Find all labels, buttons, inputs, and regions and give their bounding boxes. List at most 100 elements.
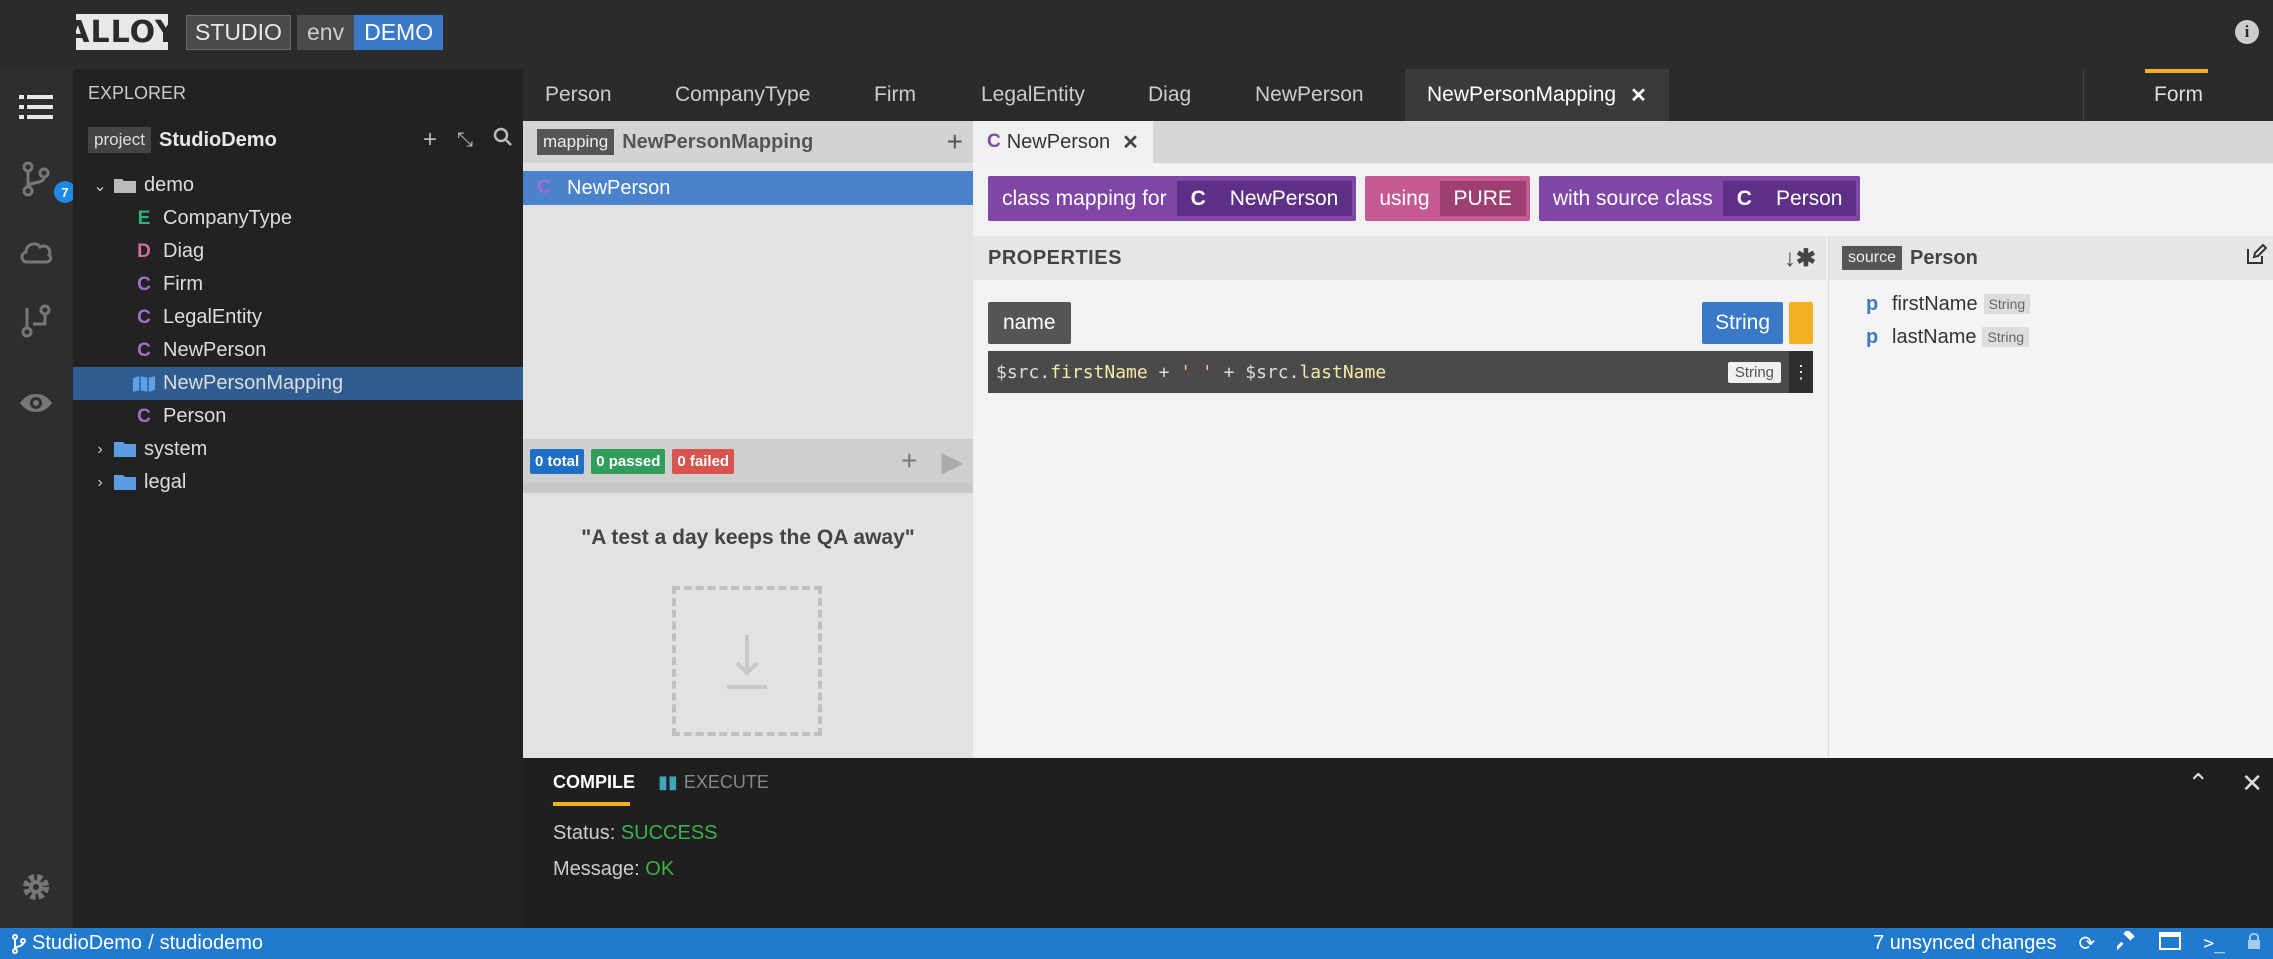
lock-icon[interactable]	[2247, 932, 2261, 956]
sync-icon[interactable]: ⟳	[2079, 931, 2096, 956]
more-vertical-icon[interactable]: ⋮	[1789, 351, 1813, 393]
expression-code[interactable]: $src.firstName + ' ' + $src.lastName	[996, 362, 1386, 383]
tab-execute[interactable]: ▮▮ EXECUTE	[658, 758, 769, 806]
explorer-list-icon[interactable]	[18, 89, 54, 125]
run-tests-icon[interactable]: ▶	[941, 445, 963, 478]
passed-tests-badge: 0 passed	[591, 448, 666, 474]
chevron-down-icon[interactable]: ⌄	[90, 176, 110, 196]
divider	[523, 483, 973, 493]
info-icon[interactable]: i	[2235, 20, 2259, 44]
tab-diag[interactable]: Diag	[1148, 69, 1191, 121]
search-icon[interactable]	[493, 126, 513, 154]
source-property-lastname[interactable]: p lastName String	[1866, 323, 2030, 351]
source-class-name: Person	[1910, 246, 1978, 269]
tab-newpersonmapping[interactable]: NewPersonMapping ✕	[1405, 69, 1669, 121]
tab-compile[interactable]: COMPILE	[553, 758, 635, 806]
property-mapping-row: name String	[988, 302, 1813, 344]
tree-item-companytype[interactable]: E CompanyType	[73, 202, 523, 235]
tree-item-label: Diag	[163, 240, 205, 262]
tree-folder-legal[interactable]: › legal	[73, 466, 523, 499]
source-badge: source	[1842, 246, 1903, 270]
tree-item-newpersonmapping[interactable]: NewPersonMapping	[73, 367, 523, 400]
tree-item-label: legal	[144, 471, 187, 493]
tab-companytype[interactable]: CompanyType	[675, 69, 810, 121]
tab-label: NewPerson	[1006, 130, 1111, 153]
compile-message-line: Message: OK	[553, 858, 674, 881]
mapping-element-label: NewPerson	[567, 176, 671, 199]
failed-tests-badge: 0 failed	[672, 448, 735, 474]
review-icon[interactable]	[18, 303, 54, 339]
terminal-icon[interactable]: >_	[2203, 933, 2225, 954]
source-property-firstname[interactable]: p firstName String	[1866, 290, 2031, 318]
class-icon: C	[1736, 186, 1752, 210]
property-status-flag	[1789, 302, 1813, 344]
editor-tab-bar: Person CompanyType Firm LegalEntity Diag…	[523, 69, 2273, 121]
tree-folder-demo[interactable]: ⌄ demo	[73, 169, 523, 202]
source-property-type: String	[1983, 294, 2031, 314]
tree-folder-system[interactable]: › system	[73, 433, 523, 466]
source-class[interactable]: C Person	[1722, 181, 1857, 216]
sort-required-icon[interactable]: ↓✱	[1784, 244, 1816, 273]
total-tests-badge: 0 total	[530, 448, 585, 474]
chevron-right-icon[interactable]: ›	[90, 441, 110, 459]
mapping-element-tabs: C NewPerson ✕	[973, 121, 2273, 163]
tree-item-diag[interactable]: D Diag	[73, 235, 523, 268]
status-workspace[interactable]: studiodemo	[160, 932, 263, 955]
chevron-up-icon[interactable]: ⌃	[2187, 768, 2209, 799]
tab-label: EXECUTE	[683, 771, 769, 792]
window-icon[interactable]	[2159, 931, 2182, 956]
edit-icon[interactable]	[2245, 243, 2268, 272]
tree-item-legalentity[interactable]: C LegalEntity	[73, 301, 523, 334]
properties-title: PROPERTIES	[988, 246, 1122, 269]
close-panel-icon[interactable]: ✕	[2241, 768, 2263, 799]
class-icon: C	[137, 306, 151, 328]
settings-gear-icon[interactable]	[18, 869, 54, 905]
class-mapping-editor: C NewPerson ✕ class mapping for C NewPer…	[973, 121, 2273, 758]
tree-item-label: NewPersonMapping	[163, 372, 344, 394]
source-control-icon[interactable]: 7	[18, 161, 76, 203]
property-icon: p	[1866, 292, 1879, 315]
eye-icon[interactable]	[18, 385, 54, 421]
property-expression-editor[interactable]: $src.firstName + ' ' + $src.lastName Str…	[988, 351, 1813, 393]
tab-firm[interactable]: Firm	[874, 69, 916, 121]
mapping-explorer: mapping NewPersonMapping + C NewPerson 0…	[523, 121, 973, 758]
download-arrow-icon	[727, 635, 767, 689]
test-drop-zone[interactable]	[672, 586, 822, 736]
property-icon: p	[1866, 325, 1879, 348]
hammer-icon[interactable]	[2114, 928, 2137, 957]
close-icon[interactable]: ✕	[1122, 130, 1139, 155]
properties-header: PROPERTIES ↓✱	[973, 236, 1826, 280]
tab-form[interactable]: Form	[2083, 69, 2273, 121]
tree-item-firm[interactable]: C Firm	[73, 268, 523, 301]
property-type-button[interactable]: String	[1702, 302, 1783, 344]
status-project[interactable]: StudioDemo	[32, 932, 142, 955]
unsynced-changes[interactable]: 7 unsynced changes	[1873, 932, 2056, 955]
add-mapping-element-icon[interactable]: +	[947, 126, 963, 158]
with-source-label: with source class	[1552, 186, 1713, 210]
add-icon[interactable]: +	[423, 126, 437, 154]
tab-person[interactable]: Person	[545, 69, 612, 121]
tree-item-newperson[interactable]: C NewPerson	[73, 334, 523, 367]
source-panel: source Person p firstName String p lastN…	[1828, 236, 2273, 758]
target-class[interactable]: C NewPerson	[1176, 181, 1353, 216]
close-icon[interactable]: ✕	[1630, 83, 1647, 108]
collapse-all-icon[interactable]: ⤡	[457, 129, 473, 152]
tab-newperson[interactable]: NewPerson	[1255, 69, 1364, 121]
source-panel-header: source Person	[1829, 236, 2273, 280]
mapping-element-newperson[interactable]: C NewPerson	[523, 171, 973, 205]
chevron-right-icon[interactable]: ›	[90, 474, 110, 492]
class-mapping-for-label: class mapping for	[1002, 186, 1167, 210]
message-label: Message:	[553, 858, 640, 880]
source-class-chip: with source class C Person	[1538, 176, 1861, 221]
tab-mapping-newperson[interactable]: C NewPerson ✕	[973, 121, 1153, 163]
class-icon: C	[137, 273, 151, 295]
empty-tests-quote: "A test a day keeps the QA away"	[581, 526, 915, 549]
tab-legalentity[interactable]: LegalEntity	[981, 69, 1085, 121]
auxiliary-panel: COMPILE ▮▮ EXECUTE ⌃ ✕ Status: SUCCESS M…	[523, 758, 2273, 928]
add-test-icon[interactable]: +	[901, 445, 917, 478]
tree-item-label: CompanyType	[163, 207, 292, 229]
tree-item-person[interactable]: C Person	[73, 400, 523, 433]
property-name: name	[988, 302, 1071, 344]
cloud-upload-icon[interactable]	[18, 233, 54, 269]
explorer-title: EXPLORER	[88, 83, 187, 103]
